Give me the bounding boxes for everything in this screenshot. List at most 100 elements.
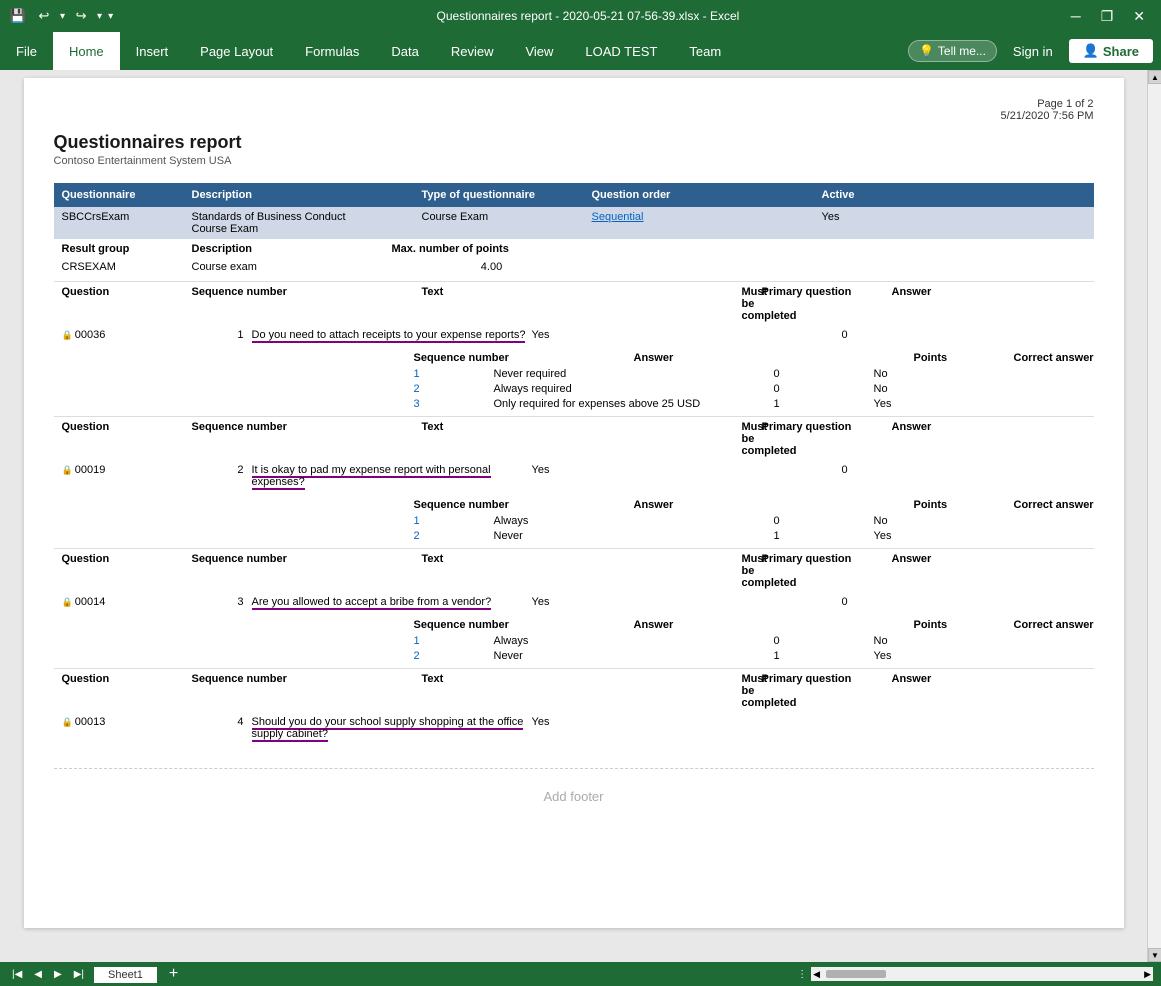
q1-ans-header: Sequence number Answer Points Correct an… xyxy=(54,349,1094,366)
h-scroll-track[interactable] xyxy=(822,969,1142,979)
share-button[interactable]: 👤 Share xyxy=(1069,39,1153,63)
h-scroll-thumb[interactable] xyxy=(826,970,886,978)
tab-view[interactable]: View xyxy=(509,32,569,70)
q2-seqnum: 2 xyxy=(192,464,252,476)
undo-icon[interactable]: ↩ xyxy=(34,6,54,26)
tab-data[interactable]: Data xyxy=(375,32,434,70)
q3-h-text: Text xyxy=(422,553,582,589)
save-icon[interactable]: 💾 xyxy=(8,6,28,26)
q2-ans-header: Sequence number Answer Points Correct an… xyxy=(54,496,1094,513)
lock-icon-1: 🔒 xyxy=(62,330,73,341)
vertical-scrollbar[interactable]: ▲ ▼ xyxy=(1147,70,1161,962)
q3-ans-header: Sequence number Answer Points Correct an… xyxy=(54,616,1094,633)
tab-formulas[interactable]: Formulas xyxy=(289,32,375,70)
h-scroll-container[interactable]: ◀ ▶ xyxy=(811,967,1153,981)
q4-id: 00013 xyxy=(75,716,106,728)
q1-a1-seq: 1 xyxy=(414,368,494,380)
q1-a2-text: Always required xyxy=(494,383,774,395)
rg-value1: CRSEXAM xyxy=(62,261,192,273)
footer-area[interactable]: Add footer xyxy=(54,768,1094,824)
redo-arrow: ▾ xyxy=(97,11,102,22)
lock-icon-4: 🔒 xyxy=(62,717,73,728)
q1-a2-seq: 2 xyxy=(414,383,494,395)
q2-h-text: Text xyxy=(422,421,582,457)
q2-ans-row-2: 2 Never 1 Yes xyxy=(54,528,1094,548)
tab-team[interactable]: Team xyxy=(673,32,737,70)
q2-a1-text: Always xyxy=(494,515,774,527)
rg-value3: 4.00 xyxy=(392,261,592,273)
tab-page-layout[interactable]: Page Layout xyxy=(184,32,289,70)
question-section-4: Question Sequence number Text Must be co… xyxy=(54,668,1094,748)
title-bar-left: 💾 ↩ ▾ ↪ ▾ ▾ xyxy=(8,6,113,26)
sheet-content: Page 1 of 2 5/21/2020 7:56 PM Questionna… xyxy=(24,78,1124,928)
scroll-track[interactable] xyxy=(1148,84,1161,948)
q2-a2-seq: 2 xyxy=(414,530,494,542)
q4-h-answer: Answer xyxy=(892,673,992,709)
q2-a1-pts: 0 xyxy=(774,515,874,527)
q1-id-cell: 🔒 00036 xyxy=(62,329,192,341)
minimize-button[interactable]: ─ xyxy=(1063,4,1089,28)
q4-h-question: Question xyxy=(62,673,192,709)
redo-icon[interactable]: ↪ xyxy=(71,6,91,26)
tab-file[interactable]: File xyxy=(0,32,53,70)
undo-arrow: ▾ xyxy=(60,11,65,22)
q2-must: Yes xyxy=(532,464,712,476)
main-questionnaire: SBCCrsExam xyxy=(62,211,192,235)
add-footer-label[interactable]: Add footer xyxy=(544,789,604,804)
result-group-values: CRSEXAM Course exam 4.00 xyxy=(54,259,1094,281)
close-button[interactable]: ✕ xyxy=(1125,4,1153,29)
add-sheet-button[interactable]: + xyxy=(161,965,186,983)
tab-review[interactable]: Review xyxy=(435,32,510,70)
q2-h-mustbe: Must be completed xyxy=(742,421,762,457)
q1-must: Yes xyxy=(532,329,712,341)
lock-icon-2: 🔒 xyxy=(62,465,73,476)
bottom-left: |◀ ◀ ▶ ▶| Sheet1 + xyxy=(8,965,186,983)
scroll-down-button[interactable]: ▼ xyxy=(1148,948,1161,962)
sheet-outer[interactable]: Page 1 of 2 5/21/2020 7:56 PM Questionna… xyxy=(0,70,1147,962)
order-link[interactable]: Sequential xyxy=(592,211,644,223)
h-scroll-right[interactable]: ▶ xyxy=(1142,969,1153,980)
rg-label3: Max. number of points xyxy=(392,243,592,255)
lightbulb-icon: 💡 xyxy=(919,44,934,58)
q2-ans-h-correct: Correct answer xyxy=(1014,499,1134,511)
sign-in-button[interactable]: Sign in xyxy=(1001,44,1065,59)
scroll-up-button[interactable]: ▲ xyxy=(1148,70,1161,84)
tab-insert[interactable]: Insert xyxy=(120,32,185,70)
q1-a3-correct: Yes xyxy=(874,398,994,410)
q1-text-underlined: Do you need to attach receipts to your e… xyxy=(252,329,526,343)
q2-ans-h-pts: Points xyxy=(914,499,1014,511)
q4-h-seqnum: Sequence number xyxy=(192,673,422,709)
q4-text: Should you do your school supply shoppin… xyxy=(252,716,532,740)
main-description: Standards of Business Conduct Course Exa… xyxy=(192,211,422,235)
q1-ans-h-ans: Answer xyxy=(634,352,914,364)
q4-text-underlined: Should you do your school supply shoppin… xyxy=(252,716,524,742)
prev-sheet-button[interactable]: ◀ xyxy=(30,967,46,982)
q1-data-row: 🔒 00036 1 Do you need to attach receipts… xyxy=(54,326,1094,349)
main-type: Course Exam xyxy=(422,211,592,235)
last-sheet-button[interactable]: ▶| xyxy=(70,967,88,982)
q1-ans-row-1: 1 Never required 0 No xyxy=(54,366,1094,381)
restore-button[interactable]: ❐ xyxy=(1093,4,1122,29)
rg-value2: Course exam xyxy=(192,261,392,273)
q2-h-primary: Primary question xyxy=(762,421,892,457)
q2-a2-correct: Yes xyxy=(874,530,994,542)
rg-label2: Description xyxy=(192,243,392,255)
tab-load-test[interactable]: LOAD TEST xyxy=(569,32,673,70)
h-scroll-left[interactable]: ◀ xyxy=(811,969,822,980)
next-sheet-button[interactable]: ▶ xyxy=(50,967,66,982)
sheet-tab[interactable]: Sheet1 xyxy=(94,965,157,983)
main-desc-line1: Standards of Business Conduct xyxy=(192,211,422,223)
first-sheet-button[interactable]: |◀ xyxy=(8,967,26,982)
q1-ans-h-correct: Correct answer xyxy=(1014,352,1134,364)
q1-h-question: Question xyxy=(62,286,192,322)
ribbon-right: 💡 Tell me... Sign in 👤 Share xyxy=(908,32,1161,70)
main-active: Yes xyxy=(822,211,942,235)
q2-ans-row-1: 1 Always 0 No xyxy=(54,513,1094,528)
tell-me-input[interactable]: 💡 Tell me... xyxy=(908,40,997,62)
tell-me-label: Tell me... xyxy=(938,44,986,58)
bottom-bar: |◀ ◀ ▶ ▶| Sheet1 + ⋮ ◀ ▶ xyxy=(0,962,1161,986)
page-meta: Page 1 of 2 5/21/2020 7:56 PM xyxy=(54,98,1094,122)
q2-h-answer: Answer xyxy=(892,421,992,457)
q3-a2-seq: 2 xyxy=(414,650,494,662)
tab-home[interactable]: Home xyxy=(53,32,120,70)
